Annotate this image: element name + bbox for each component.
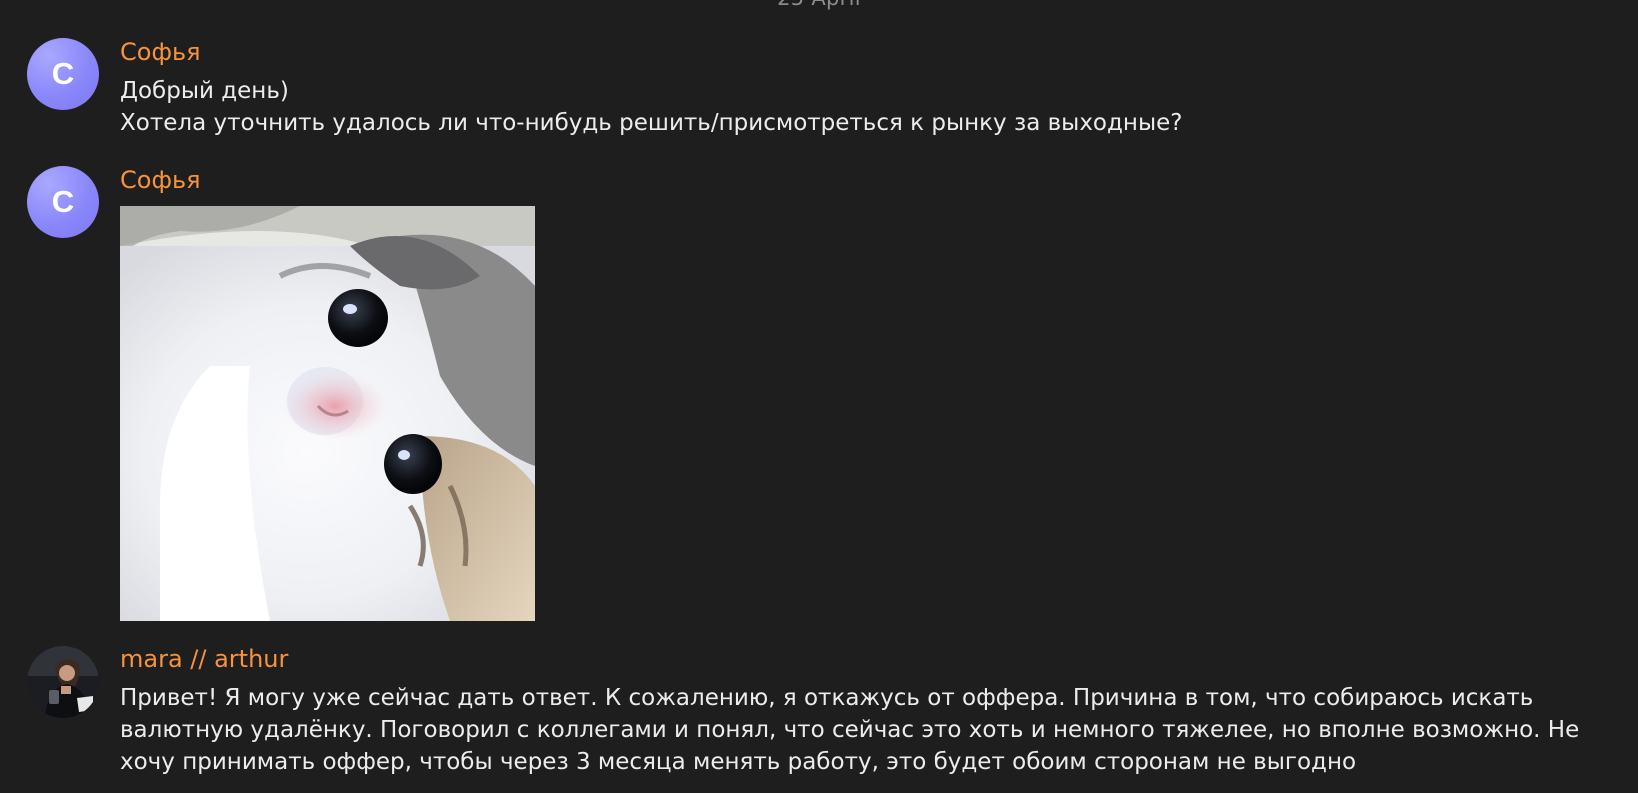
kitten-photo[interactable] bbox=[120, 206, 535, 621]
author-name[interactable]: Софья bbox=[120, 38, 201, 66]
message-text-line: Хотела уточнить удалось ли что-нибудь ре… bbox=[120, 110, 1183, 136]
avatar[interactable]: С bbox=[27, 38, 99, 110]
author-name[interactable]: mara // arthur bbox=[120, 645, 288, 673]
avatar-letter: С bbox=[51, 56, 75, 91]
message-text-line: Добрый день) bbox=[120, 78, 289, 104]
message-text-line: Привет! Я могу уже сейчас дать ответ. К … bbox=[120, 685, 1534, 711]
message-text-line: валютную удалёнку. Поговорил с коллегами… bbox=[120, 717, 1580, 743]
avatar-letter: С bbox=[51, 184, 75, 219]
avatar[interactable] bbox=[27, 646, 99, 718]
date-divider: 25 April bbox=[0, 0, 1638, 10]
author-name[interactable]: Софья bbox=[120, 166, 201, 194]
message-text-line: хочу принимать оффер, чтобы через 3 меся… bbox=[120, 749, 1357, 775]
user-photo bbox=[27, 646, 99, 718]
avatar[interactable]: С bbox=[27, 166, 99, 238]
